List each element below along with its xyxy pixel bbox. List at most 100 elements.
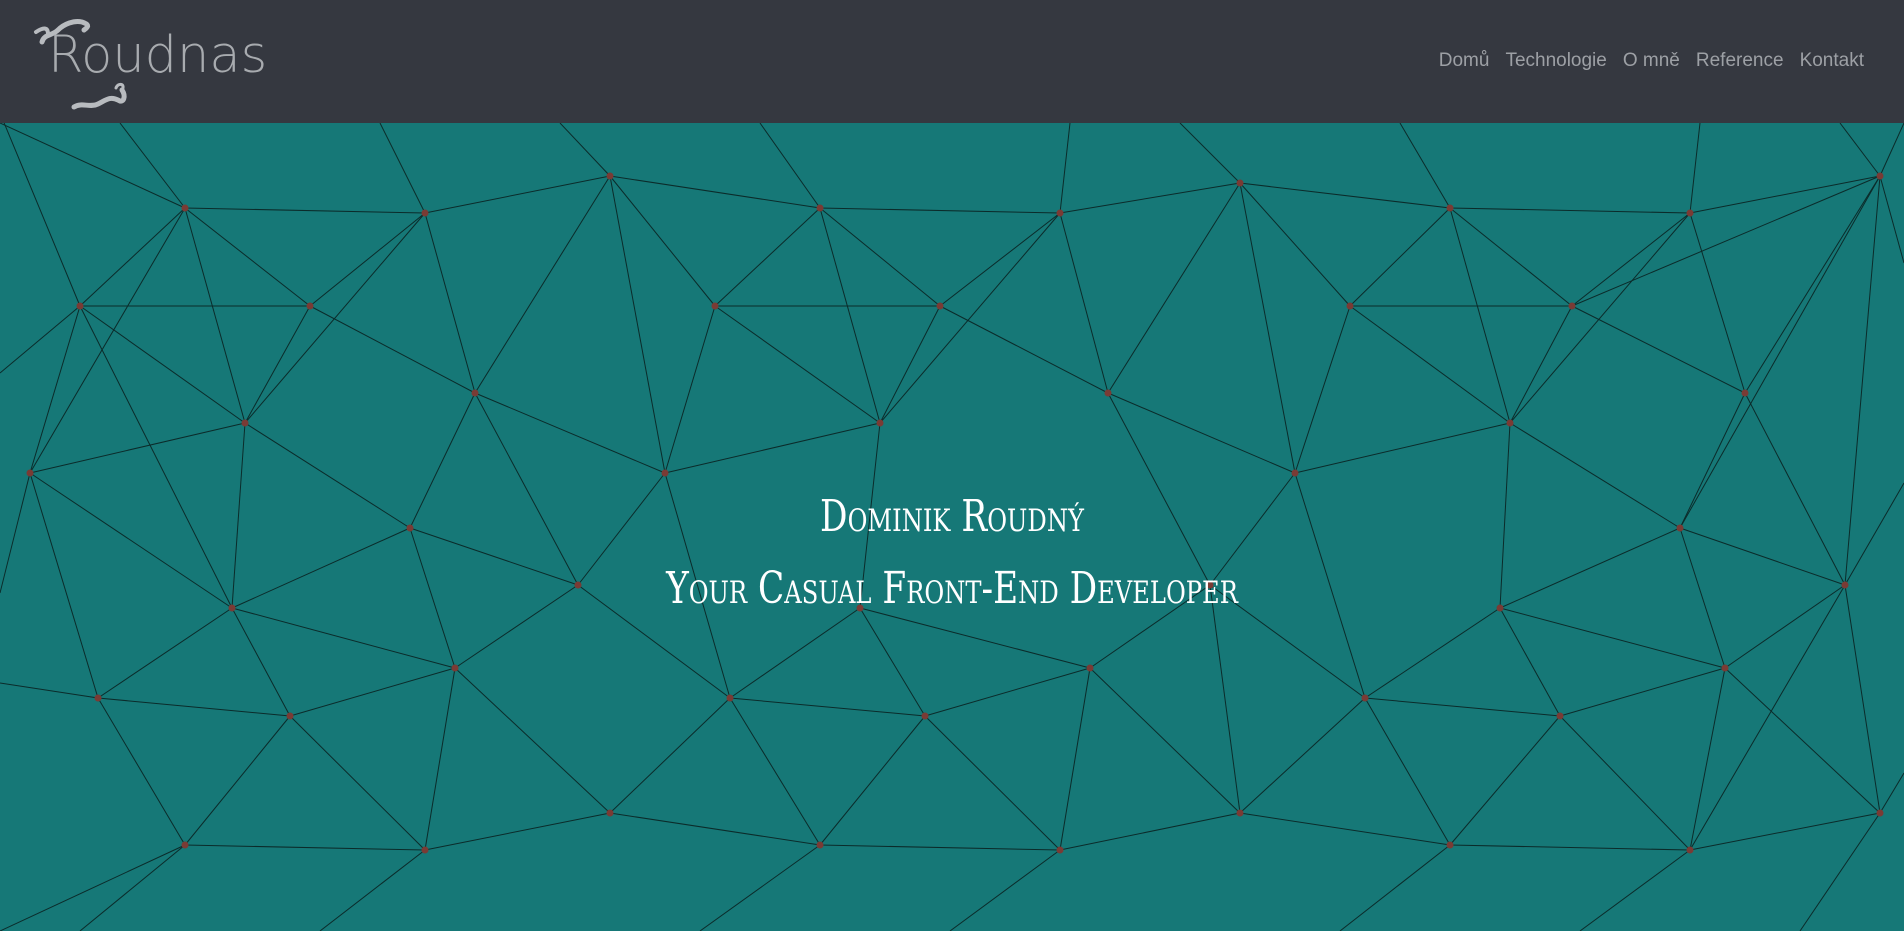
mesh-edge — [664, 422, 881, 474]
mesh-edge — [1239, 697, 1366, 814]
mesh-edge — [1364, 697, 1561, 717]
mesh-edge — [1107, 392, 1211, 586]
mesh-edge — [1059, 123, 1071, 214]
mesh-edge — [609, 175, 716, 307]
mesh-node — [1506, 419, 1514, 427]
mesh-edge — [29, 472, 233, 609]
mesh-edge — [729, 697, 821, 846]
site-logo[interactable]: Roudnas — [30, 12, 270, 112]
nav-about[interactable]: O mně — [1623, 50, 1680, 72]
mesh-edge — [1689, 123, 1701, 214]
mesh-edge — [859, 607, 1091, 669]
mesh-node — [1446, 204, 1454, 212]
mesh-edge — [1744, 392, 1846, 586]
mesh-edge — [424, 667, 456, 851]
mesh-node — [876, 419, 884, 427]
mesh-edge — [1449, 207, 1691, 214]
mesh-node — [1721, 664, 1729, 672]
mesh-node — [606, 172, 614, 180]
mesh-edge — [1844, 482, 1904, 586]
mesh-node — [1346, 302, 1354, 310]
mesh-edge — [1449, 844, 1691, 851]
mesh-node — [421, 846, 429, 854]
mesh-edge — [1509, 305, 1573, 424]
mesh-node — [286, 712, 294, 720]
mesh-edge — [1449, 207, 1573, 307]
mesh-node — [1056, 846, 1064, 854]
nav-contact[interactable]: Kontakt — [1800, 50, 1864, 72]
mesh-node — [1841, 581, 1849, 589]
nav-technologies[interactable]: Technologie — [1505, 50, 1606, 72]
mesh-edge — [1364, 697, 1451, 846]
mesh-edge — [819, 207, 941, 307]
mesh-edge — [1209, 584, 1241, 814]
mesh-edge — [939, 305, 1109, 394]
mesh-edge — [29, 422, 246, 474]
mesh-edge — [609, 697, 731, 814]
mesh-edge — [474, 392, 666, 474]
mesh-edge — [1059, 212, 1109, 394]
mesh-node — [1104, 389, 1112, 397]
mesh-edge — [609, 175, 666, 474]
mesh-edge — [1239, 182, 1296, 474]
mesh-edge — [1879, 772, 1904, 814]
mesh-edge — [0, 305, 81, 374]
mesh-edge — [319, 849, 426, 931]
mesh-edge — [859, 607, 926, 717]
mesh-edge — [759, 123, 821, 209]
mesh-edge — [231, 607, 291, 717]
nav-home[interactable]: Domů — [1439, 50, 1490, 72]
mesh-edge — [244, 305, 311, 424]
mesh-node — [1741, 389, 1749, 397]
mesh-node — [1056, 209, 1064, 217]
mesh-edge — [289, 667, 456, 717]
mesh-edge — [79, 305, 246, 424]
mesh-edge — [664, 305, 716, 474]
mesh-edge — [0, 123, 186, 209]
mesh-edge — [1239, 182, 1451, 209]
mesh-edge — [1571, 305, 1746, 394]
mesh-node — [921, 712, 929, 720]
mesh-edge — [184, 844, 426, 851]
mesh-edge — [184, 207, 246, 424]
hero-title: Dominik Roudný — [820, 491, 1084, 542]
mesh-edge — [1679, 175, 1881, 529]
mesh-edge — [1179, 123, 1241, 184]
mesh-edge — [609, 175, 821, 209]
mesh-edge — [1107, 392, 1296, 474]
mesh-edge — [309, 212, 426, 307]
mesh-node — [1556, 712, 1564, 720]
mesh-edge — [1879, 123, 1904, 177]
mesh-edge — [424, 812, 611, 851]
hero-section: Dominik Roudný Your Casual Front-End Dev… — [0, 123, 1904, 931]
mesh-edge — [559, 123, 611, 177]
mesh-edge — [1239, 182, 1351, 307]
mesh-edge — [119, 123, 186, 209]
mesh-edge — [1839, 123, 1881, 177]
mesh-edge — [819, 207, 881, 424]
mesh-edge — [819, 207, 1061, 214]
mesh-edge — [231, 607, 456, 669]
mesh-edge — [729, 607, 861, 699]
mesh-edge — [879, 305, 941, 424]
mesh-edge — [1689, 212, 1746, 394]
logo-text: Roudnas — [48, 26, 268, 85]
mesh-edge — [1799, 812, 1881, 931]
mesh-edge — [1844, 175, 1881, 586]
mesh-edge — [244, 212, 426, 424]
mesh-node — [1446, 841, 1454, 849]
mesh-edge — [1339, 844, 1451, 931]
mesh-edge — [97, 607, 233, 699]
mesh-edge — [1364, 607, 1501, 699]
mesh-edge — [184, 715, 291, 846]
mesh-node — [306, 302, 314, 310]
mesh-edge — [184, 207, 426, 214]
mesh-edge — [79, 207, 186, 307]
mesh-edge — [0, 472, 31, 594]
mesh-edge — [1059, 182, 1241, 214]
mesh-node — [1236, 179, 1244, 187]
mesh-edge — [729, 697, 926, 717]
mesh-node — [711, 302, 719, 310]
mesh-edge — [1724, 584, 1846, 669]
nav-references[interactable]: Reference — [1696, 50, 1784, 72]
